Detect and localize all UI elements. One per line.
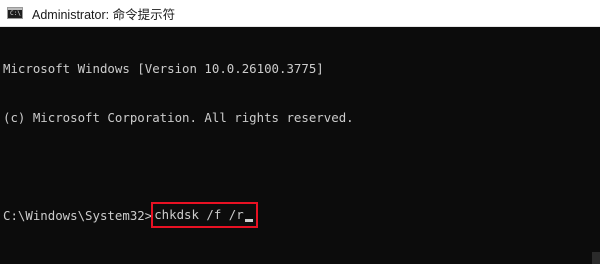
command-input-text[interactable]: chkdsk /f /r	[154, 207, 244, 223]
title-bar[interactable]: C:\ Administrator: 命令提示符	[0, 0, 600, 27]
cmd-console-icon: C:\	[7, 7, 23, 19]
command-line[interactable]: C:\Windows\System32> chkdsk /f /r	[3, 201, 600, 228]
window-title: Administrator: 命令提示符	[32, 7, 176, 22]
console-line-version: Microsoft Windows [Version 10.0.26100.37…	[3, 61, 324, 76]
highlighted-command-box: chkdsk /f /r	[151, 201, 258, 228]
console-output[interactable]: Microsoft Windows [Version 10.0.26100.37…	[0, 27, 600, 264]
command-prompt-window: C:\ Administrator: 命令提示符 Microsoft Windo…	[0, 0, 600, 264]
command-prompt-path: C:\Windows\System32>	[3, 207, 153, 223]
console-line-copyright: (c) Microsoft Corporation. All rights re…	[3, 110, 354, 125]
cmd-icon-glyph: C:\	[10, 10, 21, 17]
text-cursor	[244, 219, 253, 222]
console-resize-grip[interactable]	[592, 252, 600, 264]
